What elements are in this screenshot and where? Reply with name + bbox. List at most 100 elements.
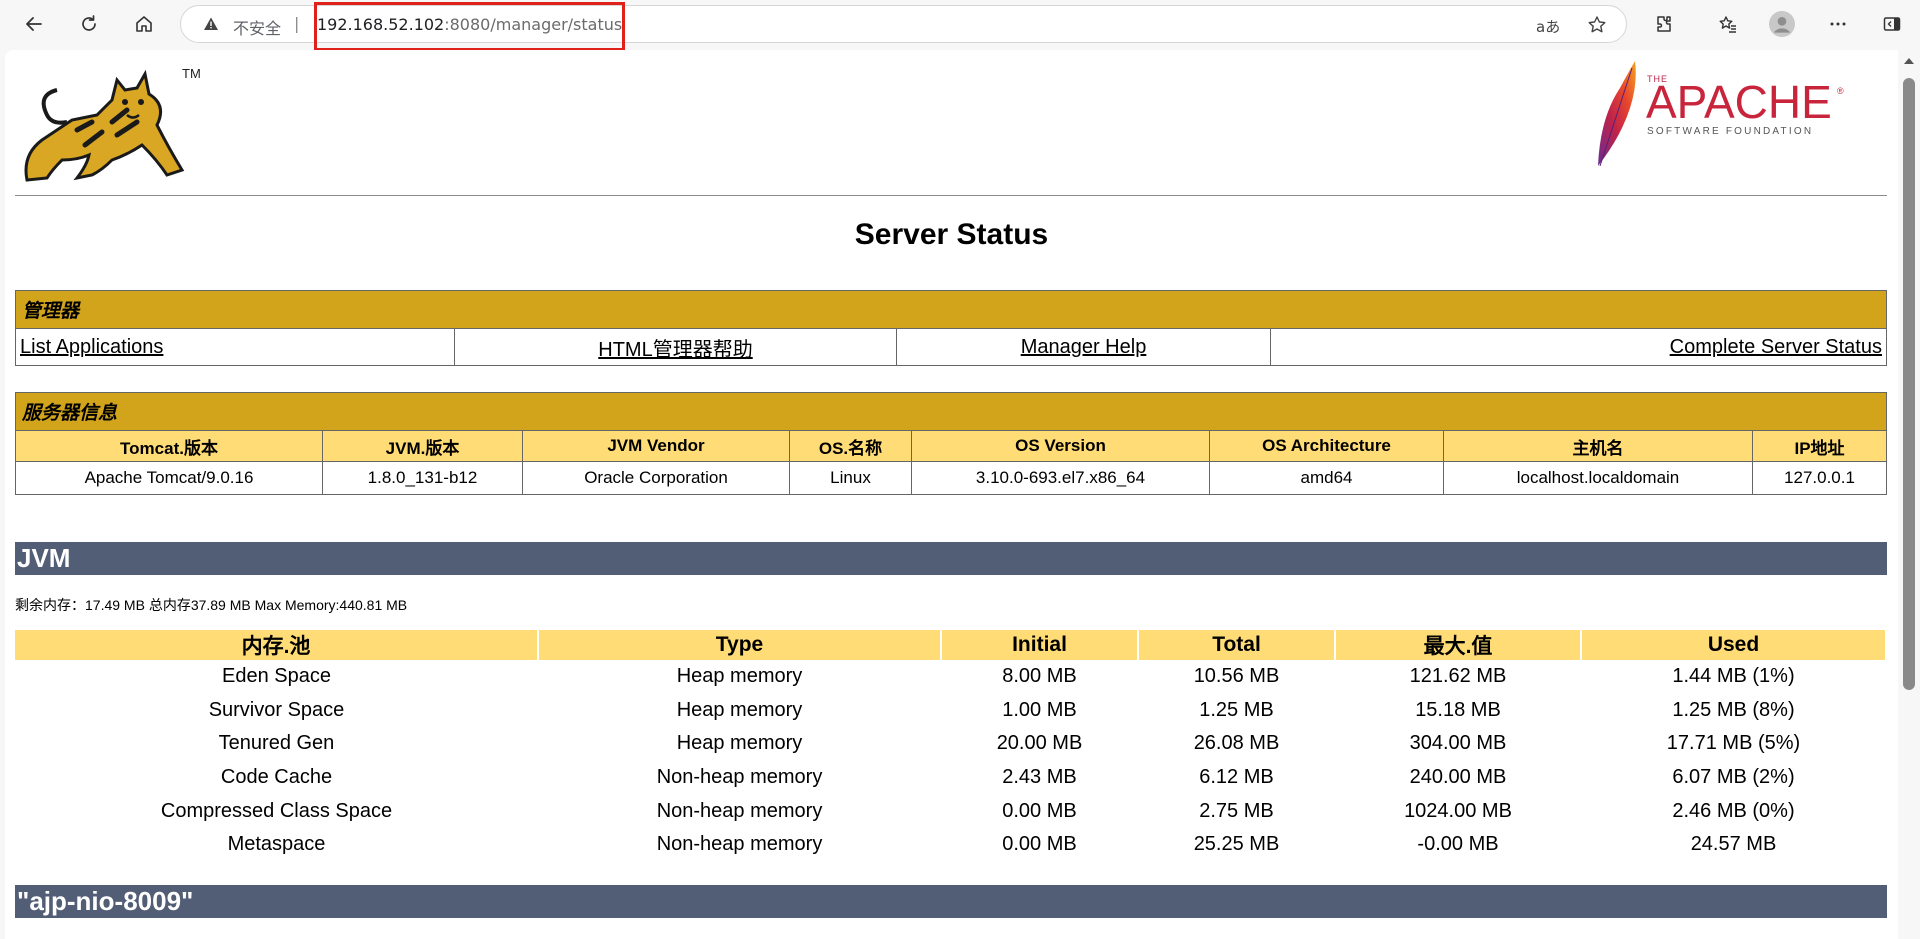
- table-row: Metaspace Non-heap memory 0.00 MB 25.25 …: [15, 828, 1886, 862]
- connector-section-heading: "ajp-nio-8009": [15, 885, 1887, 918]
- col-memory-pool: 内存.池: [15, 630, 539, 660]
- html-manager-help-cell: HTML管理器帮助: [454, 328, 897, 366]
- sidebar-toggle-button[interactable]: [1876, 8, 1908, 40]
- pool-used: 17.71 MB (5%): [1666, 732, 1801, 755]
- refresh-button[interactable]: [73, 8, 105, 40]
- address-separator: |: [294, 14, 300, 33]
- pool-name: Survivor Space: [208, 698, 345, 721]
- col-ip-address: IP地址: [1752, 430, 1887, 462]
- pool-type: Heap memory: [676, 698, 803, 721]
- favorites-button[interactable]: [1712, 8, 1744, 40]
- memory-pools-header-row: 内存.池 Type Initial Total 最大.值 Used: [15, 630, 1887, 660]
- pool-max: 240.00 MB: [1409, 766, 1507, 789]
- scroll-up-arrow[interactable]: [1904, 58, 1914, 64]
- favorite-star-icon[interactable]: [1587, 15, 1607, 35]
- browser-toolbar: 不安全 | 192.168.52.102:8080/manager/status…: [0, 0, 1920, 51]
- manager-heading: 管理器: [15, 290, 1887, 329]
- jvm-memory-summary: 剩余内存：17.49 MB 总内存37.89 MB Max Memory:440…: [15, 597, 408, 613]
- table-row: Code Cache Non-heap memory 2.43 MB 6.12 …: [15, 761, 1886, 795]
- pool-max: 121.62 MB: [1409, 665, 1507, 688]
- warning-icon: [204, 17, 218, 30]
- favorites-list-icon: [1719, 16, 1736, 33]
- tomcat-trademark: TM: [182, 66, 201, 81]
- url-highlight-box: [314, 2, 625, 51]
- pool-total: 10.56 MB: [1193, 665, 1280, 688]
- extensions-button[interactable]: [1648, 8, 1680, 40]
- pool-max: 1024.00 MB: [1404, 799, 1512, 822]
- insecure-label: 不安全: [233, 19, 282, 38]
- list-applications-link[interactable]: List Applications: [20, 336, 163, 358]
- jvm-section-heading: JVM: [15, 542, 1887, 575]
- col-total: Total: [1138, 630, 1336, 660]
- col-maximum: 最大.值: [1335, 630, 1582, 660]
- pool-used: 6.07 MB (2%): [1672, 766, 1795, 789]
- pool-used: 2.46 MB (0%): [1672, 799, 1795, 822]
- server-info-heading: 服务器信息: [15, 392, 1887, 431]
- pool-type: Heap memory: [676, 732, 803, 755]
- table-row: Compressed Class Space Non-heap memory 0…: [15, 794, 1886, 828]
- table-row: Survivor Space Heap memory 1.00 MB 1.25 …: [15, 694, 1886, 728]
- more-button[interactable]: [1822, 8, 1854, 40]
- header-divider: [15, 195, 1887, 196]
- pool-initial: 8.00 MB: [1002, 665, 1077, 688]
- manager-help-cell: Manager Help: [896, 328, 1271, 366]
- translate-icon[interactable]: aあ: [1536, 16, 1562, 36]
- scroll-thumb[interactable]: [1903, 78, 1915, 690]
- manager-help-link[interactable]: Manager Help: [1021, 336, 1147, 358]
- page-scrollbar[interactable]: [1898, 50, 1920, 939]
- col-tomcat-version: Tomcat.版本: [15, 430, 323, 462]
- profile-avatar-icon: [1769, 11, 1795, 37]
- profile-button[interactable]: [1766, 8, 1798, 40]
- list-applications-cell: List Applications: [15, 328, 455, 366]
- hostname-value: localhost.localdomain: [1443, 461, 1753, 495]
- pool-total: 25.25 MB: [1193, 833, 1280, 856]
- os-version-value: 3.10.0-693.el7.x86_64: [911, 461, 1210, 495]
- refresh-icon: [82, 15, 96, 31]
- col-jvm-vendor: JVM Vendor: [522, 430, 790, 462]
- jvm-version-value: 1.8.0_131-b12: [322, 461, 523, 495]
- manager-table: 管理器 List Applications HTML管理器帮助 Manager …: [15, 290, 1887, 366]
- pool-initial: 20.00 MB: [996, 732, 1083, 755]
- pool-name: Eden Space: [222, 665, 331, 688]
- apache-logo[interactable]: THE APACHE ® SOFTWARE FOUNDATION: [1580, 58, 1860, 168]
- server-info-value-row: Apache Tomcat/9.0.16 1.8.0_131-b12 Oracl…: [15, 461, 1887, 495]
- home-button[interactable]: [128, 8, 160, 40]
- tomcat-version-value: Apache Tomcat/9.0.16: [15, 461, 323, 495]
- pool-type: Non-heap memory: [656, 833, 823, 856]
- html-manager-help-link[interactable]: HTML管理器帮助: [598, 339, 752, 361]
- pool-type: Heap memory: [676, 665, 803, 688]
- pool-name: Metaspace: [227, 833, 326, 856]
- pool-name: Code Cache: [220, 766, 333, 789]
- col-os-version: OS Version: [911, 430, 1210, 462]
- pool-max: 304.00 MB: [1409, 732, 1507, 755]
- pool-max: 15.18 MB: [1415, 698, 1501, 721]
- pool-initial: 1.00 MB: [1002, 698, 1077, 721]
- pool-total: 26.08 MB: [1193, 732, 1280, 755]
- server-info-header-row: Tomcat.版本 JVM.版本 JVM Vendor OS.名称 OS Ver…: [15, 430, 1887, 462]
- back-button[interactable]: [18, 8, 50, 40]
- col-initial: Initial: [941, 630, 1139, 660]
- col-used: Used: [1581, 630, 1887, 660]
- tomcat-logo[interactable]: TM: [17, 60, 207, 185]
- apache-subtitle: SOFTWARE FOUNDATION: [1647, 126, 1813, 137]
- pool-max: -0.00 MB: [1417, 833, 1499, 856]
- pool-type: Non-heap memory: [656, 766, 823, 789]
- complete-server-status-link[interactable]: Complete Server Status: [1670, 336, 1882, 358]
- extensions-icon: [1657, 16, 1671, 32]
- col-os-name: OS.名称: [789, 430, 912, 462]
- page-viewport: TM THE APACHE ® SOFTWARE FOUNDATION Serv…: [5, 50, 1898, 939]
- jvm-vendor-value: Oracle Corporation: [522, 461, 790, 495]
- pool-total: 1.25 MB: [1199, 698, 1274, 721]
- ip-address-value: 127.0.0.1: [1752, 461, 1887, 495]
- col-jvm-version: JVM.版本: [322, 430, 523, 462]
- pool-used: 1.44 MB (1%): [1672, 665, 1795, 688]
- page-title: Server Status: [854, 218, 1049, 251]
- home-icon: [136, 16, 152, 32]
- pool-total: 6.12 MB: [1199, 766, 1274, 789]
- col-type: Type: [538, 630, 942, 660]
- apache-wordmark: APACHE: [1646, 76, 1832, 128]
- back-icon: [26, 17, 42, 31]
- more-icon: [1830, 22, 1846, 26]
- server-info-table: 服务器信息 Tomcat.版本 JVM.版本 JVM Vendor OS.名称 …: [15, 392, 1887, 495]
- sidebar-icon: [1883, 17, 1901, 31]
